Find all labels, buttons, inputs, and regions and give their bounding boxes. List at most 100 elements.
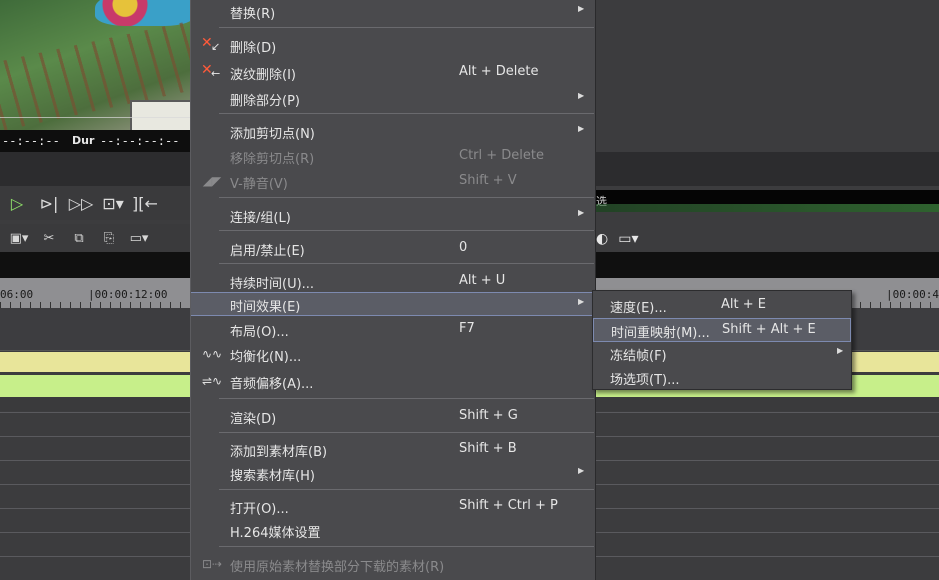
- equalize-icon: ∿∿: [201, 347, 223, 361]
- menu-item-replace[interactable]: 替换(R) ▶: [191, 0, 595, 24]
- submenu-item-label: 场选项(T)...: [610, 373, 680, 388]
- menu-item-label: 音频偏移(A)...: [230, 377, 314, 392]
- play-icon[interactable]: ▷: [4, 194, 30, 213]
- menu-shortcut: Shift + G: [459, 408, 518, 423]
- menu-shortcut: Alt + Delete: [459, 64, 539, 79]
- submenu-item-time-remap[interactable]: 时间重映射(M)... Shift + Alt + E: [593, 318, 851, 342]
- delete-icon: ✕ ↙: [201, 35, 221, 53]
- menu-item-duration[interactable]: 持续时间(U)... Alt + U: [191, 270, 595, 294]
- clip-icon[interactable]: ▭▾: [128, 231, 150, 246]
- timecode-bar: --:--:-- Dur --:--:--:--: [0, 130, 190, 152]
- menu-shortcut: Ctrl + Delete: [459, 148, 545, 163]
- menu-item-label: 均衡化(N)...: [230, 350, 302, 365]
- menu-item-label: 删除(D): [230, 41, 277, 56]
- safe-area-guide: [0, 117, 190, 118]
- submenu-item-speed[interactable]: 速度(E)... Alt + E: [593, 294, 851, 318]
- submenu-item-label: 冻结帧(F): [610, 349, 667, 364]
- menu-item-delete[interactable]: ✕ ↙ 删除(D): [191, 34, 595, 58]
- menu-item-remove-cut[interactable]: 移除剪切点(R) Ctrl + Delete: [191, 145, 595, 169]
- menu-item-label: 添加剪切点(N): [230, 127, 315, 142]
- color-wheel-icon[interactable]: ◐: [596, 231, 608, 247]
- menu-item-label: H.264媒体设置: [230, 526, 321, 541]
- menu-item-audio-offset[interactable]: ⇌∿ 音频偏移(A)...: [191, 370, 595, 394]
- preview-monitor: [0, 0, 190, 130]
- submenu-item-freeze-frame[interactable]: 冻结帧(F) ▶: [593, 342, 851, 366]
- ruler-tick: |00:00:12:00: [88, 288, 168, 301]
- submenu-arrow-icon: ▶: [578, 124, 585, 133]
- submenu-item-label: 时间重映射(M)...: [611, 326, 710, 341]
- right-toolbar: ◐ ▭▾: [596, 226, 696, 252]
- menu-item-label: 打开(O)...: [230, 502, 289, 517]
- menu-item-label: 渲染(D): [230, 412, 277, 427]
- menu-separator: [219, 489, 594, 490]
- menu-item-add-cut[interactable]: 添加剪切点(N) ▶: [191, 120, 595, 144]
- submenu-arrow-icon: ▶: [837, 346, 844, 355]
- menu-item-label: 启用/禁止(E): [230, 244, 305, 259]
- submenu-item-label: 速度(E)...: [610, 301, 667, 316]
- menu-shortcut: 0: [459, 240, 468, 255]
- ruler-tick: 06:00: [0, 288, 34, 301]
- window-menu-icon[interactable]: ▭▾: [618, 231, 638, 247]
- ruler-tick: |00:00:48: [886, 288, 939, 301]
- loop-icon[interactable]: ⊡▾: [100, 194, 126, 213]
- timeline-toolbar: ▣▾ ✂ ⧉ ⎘ ▭▾: [0, 224, 190, 252]
- menu-item-label: 搜索素材库(H): [230, 469, 315, 484]
- ripple-delete-icon: ✕ ←: [201, 62, 221, 80]
- preview-box-shape: [130, 100, 190, 130]
- menu-item-label: 使用原始素材替换部分下载的素材(R): [230, 560, 445, 575]
- menu-item-label: 替换(R): [230, 7, 276, 22]
- menu-item-open[interactable]: 打开(O)... Shift + Ctrl + P: [191, 495, 595, 519]
- menu-shortcut: Shift + B: [459, 441, 517, 456]
- copy-icon[interactable]: ⧉: [68, 231, 90, 246]
- submenu-arrow-icon: ▶: [578, 4, 585, 13]
- menu-separator: [219, 398, 594, 399]
- menu-item-label: 添加到素材库(B): [230, 445, 328, 460]
- submenu-arrow-icon: ▶: [578, 208, 585, 217]
- submenu-arrow-icon: ▶: [578, 297, 585, 306]
- menu-item-add-to-bin[interactable]: 添加到素材库(B) Shift + B: [191, 438, 595, 462]
- submenu-arrow-icon: ▶: [578, 466, 585, 475]
- submenu-shortcut: Shift + Alt + E: [722, 322, 816, 337]
- menu-item-v-mute[interactable]: ◢◤ V-静音(V) Shift + V: [191, 170, 595, 194]
- menu-item-enable-disable[interactable]: 启用/禁止(E) 0: [191, 237, 595, 261]
- menu-separator: [219, 27, 594, 28]
- timecode-duration: --:--:--:--: [100, 134, 180, 148]
- menu-separator: [219, 113, 594, 114]
- recorder-bar: 选: [596, 190, 939, 212]
- menu-item-link-group[interactable]: 连接/组(L) ▶: [191, 204, 595, 228]
- trim-in-icon[interactable]: ][←: [132, 194, 158, 213]
- menu-item-equalize[interactable]: ∿∿ 均衡化(N)...: [191, 343, 595, 367]
- menu-item-layout[interactable]: 布局(O)... F7: [191, 318, 595, 342]
- context-menu: 替换(R) ▶ ✕ ↙ 删除(D) ✕ ← 波纹删除(I) Alt + Delete…: [190, 0, 596, 580]
- menu-item-render[interactable]: 渲染(D) Shift + G: [191, 405, 595, 429]
- menu-shortcut: F7: [459, 321, 475, 336]
- menu-separator: [219, 197, 594, 198]
- submenu-item-field-options[interactable]: 场选项(T)...: [593, 366, 851, 390]
- menu-item-replace-partial[interactable]: ⊡⇢ 使用原始素材替换部分下载的素材(R): [191, 553, 595, 577]
- save-icon[interactable]: ▣▾: [8, 231, 30, 246]
- fast-forward-icon[interactable]: ▷▷: [68, 194, 94, 213]
- menu-separator: [219, 546, 594, 547]
- submenu-arrow-icon: ▶: [578, 91, 585, 100]
- menu-shortcut: Alt + U: [459, 273, 506, 288]
- menu-item-label: 时间效果(E): [230, 300, 301, 315]
- menu-shortcut: Shift + Ctrl + P: [459, 498, 558, 513]
- menu-item-label: 布局(O)...: [230, 325, 289, 340]
- menu-separator: [219, 432, 594, 433]
- menu-item-ripple-delete[interactable]: ✕ ← 波纹删除(I) Alt + Delete: [191, 61, 595, 85]
- menu-item-delete-part[interactable]: 删除部分(P) ▶: [191, 87, 595, 111]
- submenu-shortcut: Alt + E: [721, 297, 766, 312]
- menu-item-time-effects[interactable]: 时间效果(E) ▶: [191, 292, 595, 316]
- menu-item-label: 连接/组(L): [230, 211, 291, 226]
- menu-item-label: 波纹删除(I): [230, 68, 296, 83]
- transport-controls: ▷ ⊳| ▷▷ ⊡▾ ][←: [0, 186, 190, 220]
- menu-item-label: 持续时间(U)...: [230, 277, 315, 292]
- time-effects-submenu: 速度(E)... Alt + E 时间重映射(M)... Shift + Alt…: [592, 290, 852, 390]
- cut-icon[interactable]: ✂: [38, 231, 60, 246]
- menu-item-h264-settings[interactable]: H.264媒体设置: [191, 519, 595, 543]
- audio-offset-icon: ⇌∿: [201, 374, 223, 388]
- menu-item-search-bin[interactable]: 搜索素材库(H) ▶: [191, 462, 595, 486]
- menu-separator: [219, 230, 594, 231]
- step-forward-icon[interactable]: ⊳|: [36, 194, 62, 213]
- paste-icon[interactable]: ⎘: [98, 231, 120, 246]
